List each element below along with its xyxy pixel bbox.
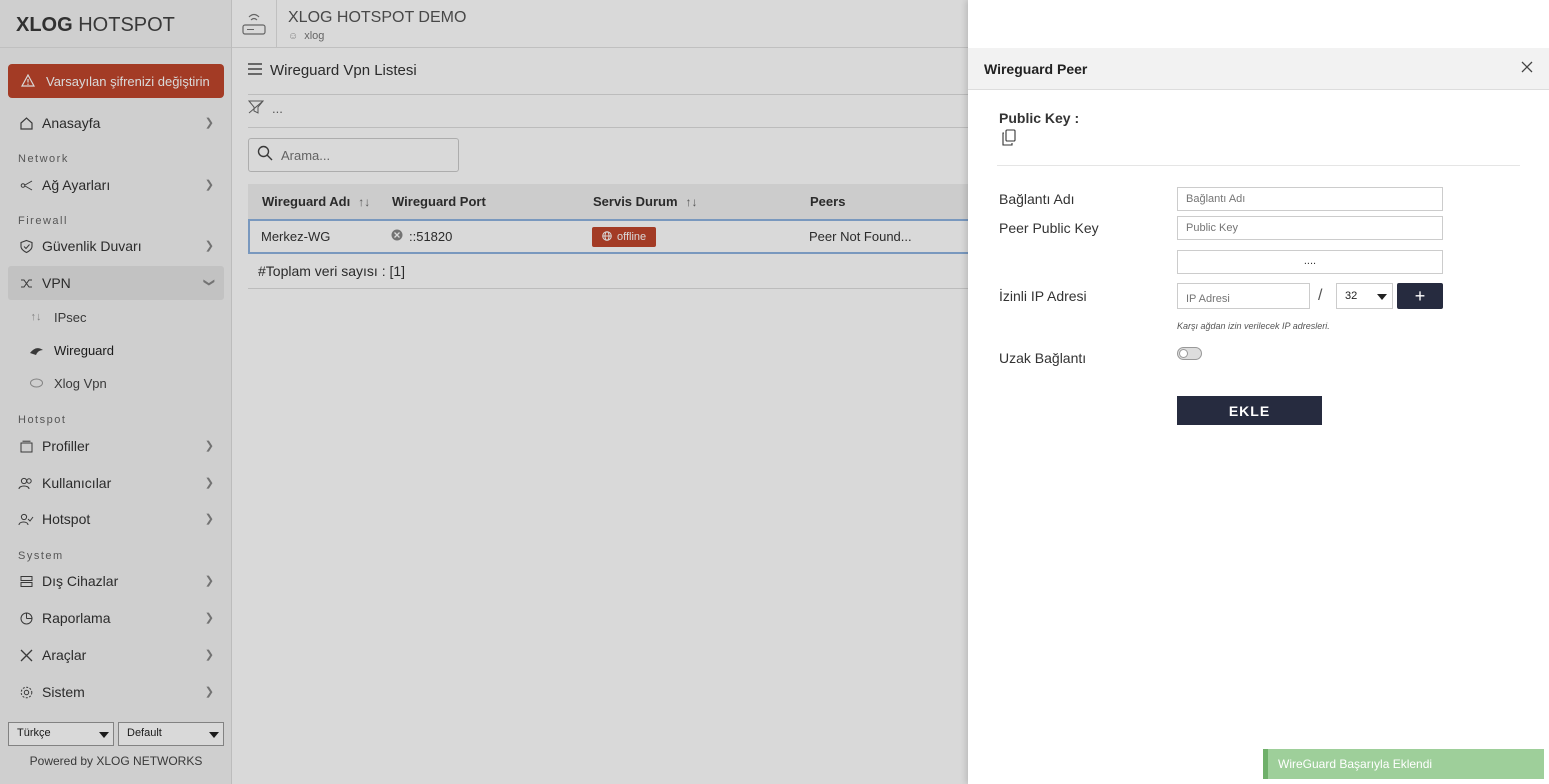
subnet-mask-select[interactable]: 32 [1336,283,1393,309]
modal-backdrop[interactable] [0,0,968,784]
connection-name-label: Bağlantı Adı [999,191,1075,207]
add-peer-button[interactable]: EKLE [1177,396,1322,425]
close-icon[interactable] [1521,60,1533,78]
copy-icon[interactable] [1001,129,1017,151]
allowed-ip-hint: Karşı ağdan izin verilecek IP adresleri. [1177,321,1330,331]
generate-key-button[interactable]: .... [1177,250,1443,274]
add-ip-button[interactable]: + [1397,283,1443,309]
peer-public-key-field[interactable] [1177,216,1443,240]
remote-connection-label: Uzak Bağlantı [999,350,1087,366]
public-key-label: Public Key : [999,110,1080,126]
wireguard-peer-drawer: Wireguard Peer Public Key : Bağlantı Adı… [968,0,1549,784]
connection-name-field[interactable] [1177,187,1443,211]
toggle-knob [1179,349,1188,358]
peer-public-key-label: Peer Public Key [999,220,1099,236]
remote-connection-toggle[interactable] [1177,347,1202,360]
caret-down-icon [1377,294,1387,300]
drawer-title: Wireguard Peer [984,61,1088,77]
slash-separator: / [1318,287,1323,304]
connection-name-input[interactable] [1186,193,1434,205]
peer-public-key-input[interactable] [1186,222,1434,234]
ip-address-field[interactable] [1177,283,1310,309]
drawer-header: Wireguard Peer [968,48,1549,90]
allowed-ip-label: İzinli IP Adresi [999,288,1087,304]
ip-address-input[interactable] [1186,293,1301,305]
success-toast[interactable]: WireGuard Başarıyla Eklendi [1263,749,1544,779]
mask-value: 32 [1345,290,1358,302]
